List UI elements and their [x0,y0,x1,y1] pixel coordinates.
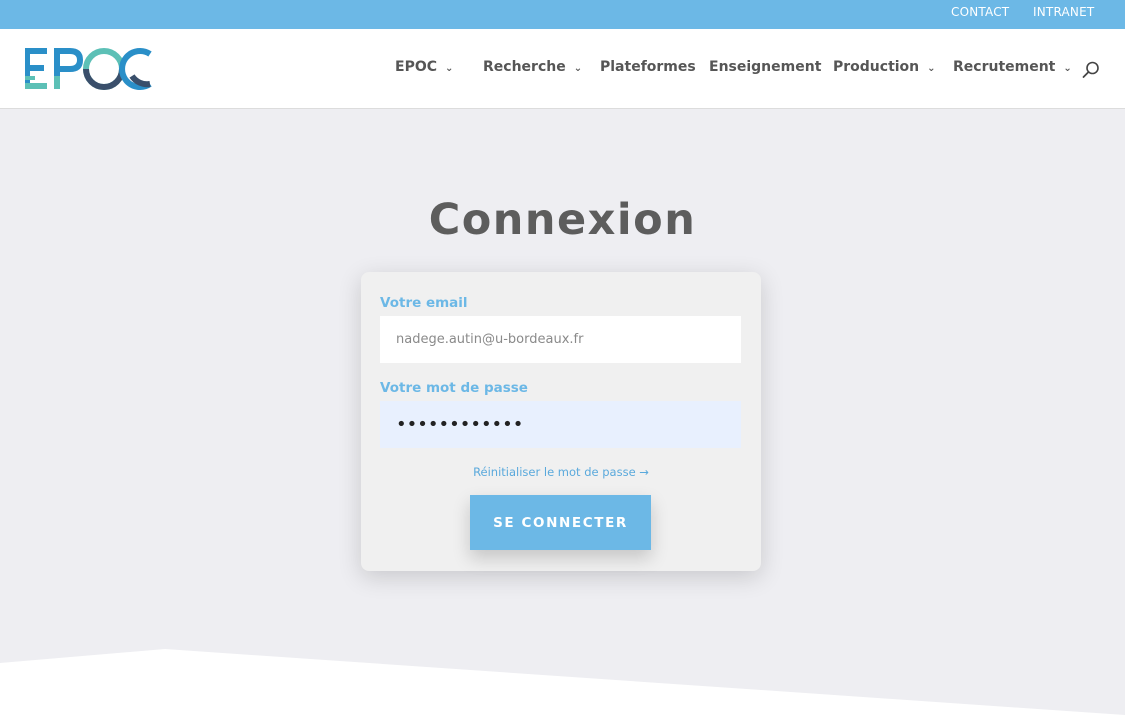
nav-item-production[interactable]: Production ⌄ [833,59,936,75]
epoc-logo[interactable] [24,46,154,92]
chevron-down-icon: ⌄ [445,63,454,74]
nav-item-label: EPOC [395,59,437,75]
nav-item-label: Enseignement [709,59,822,75]
login-button[interactable]: SE CONNECTER [470,495,651,550]
bottom-wave-divider [0,649,1125,718]
reset-password-link[interactable]: Réinitialiser le mot de passe → [361,465,761,479]
search-icon[interactable] [1081,60,1101,80]
top-bar: CONTACT INTRANET [0,0,1125,29]
password-field[interactable] [380,401,741,448]
chevron-down-icon: ⌄ [573,63,583,74]
page-title: Connexion [428,195,697,245]
email-label: Votre email [380,295,468,311]
nav-item-enseignement[interactable]: Enseignement [709,59,821,75]
nav-item-label: Recrutement [953,59,1056,75]
nav-item-recherche[interactable]: Recherche ⌄ [483,59,582,75]
nav-item-recrutement[interactable]: Recrutement ⌄ [953,59,1072,75]
nav-item-plateformes[interactable]: Plateformes [600,59,696,75]
chevron-down-icon: ⌄ [1063,63,1072,74]
intranet-link[interactable]: INTRANET [1033,5,1094,19]
nav-item-label: Recherche [483,59,566,75]
password-label: Votre mot de passe [380,380,528,396]
contact-link[interactable]: CONTACT [951,5,1009,19]
login-card: Votre email Votre mot de passe Réinitial… [361,272,761,571]
email-field[interactable] [380,316,741,363]
chevron-down-icon: ⌄ [927,63,936,74]
site-header: EPOC ⌄ Recherche ⌄ Plateformes Enseignemen… [0,29,1125,109]
nav-item-label: Plateformes [600,59,696,75]
nav-item-label: Production [833,59,920,75]
nav-item-epoc[interactable]: EPOC ⌄ [395,59,453,75]
